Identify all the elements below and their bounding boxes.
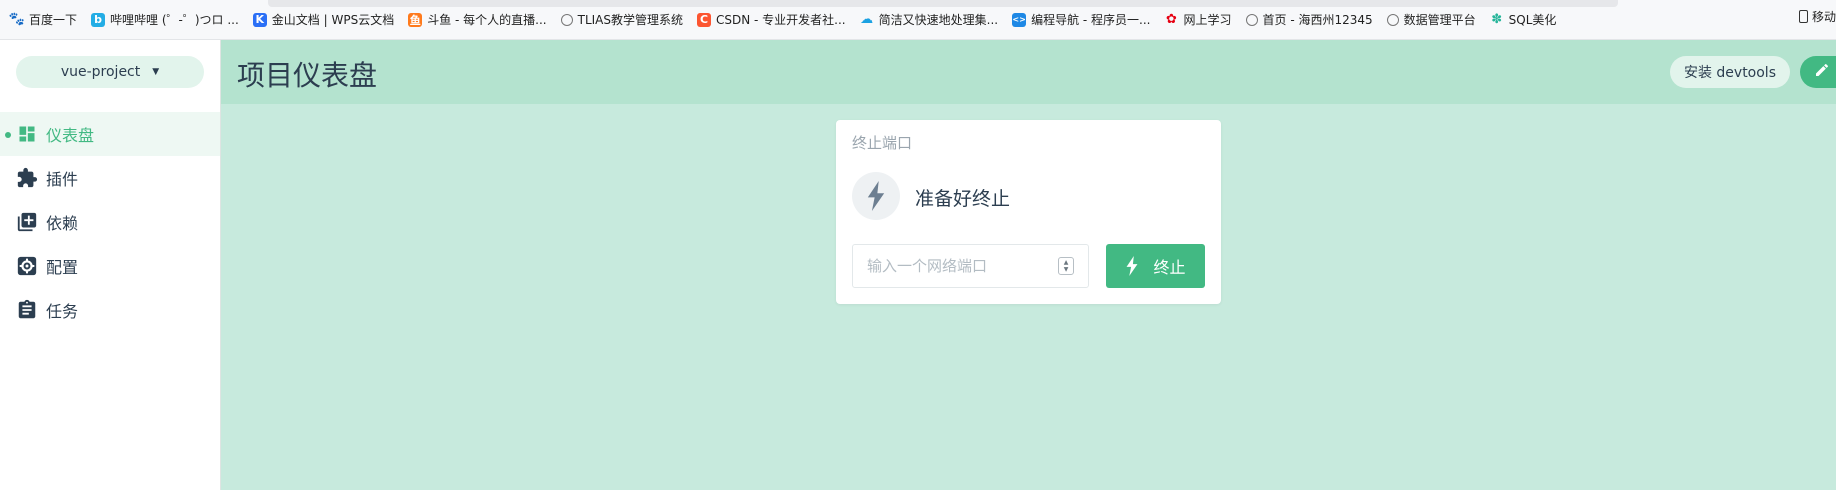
globe-icon bbox=[1386, 13, 1399, 26]
lightning-icon bbox=[852, 172, 900, 220]
huawei-icon: ✿ bbox=[1166, 12, 1177, 27]
project-selector[interactable]: vue-project ▼ bbox=[16, 56, 204, 88]
sidebar-item-dashboard[interactable]: 仪表盘 bbox=[0, 112, 220, 156]
csdn-icon: C bbox=[697, 12, 711, 27]
sidebar-nav: 仪表盘 插件 依赖 配置 任务 bbox=[0, 112, 220, 332]
sidebar-item-tasks[interactable]: 任务 bbox=[0, 288, 220, 332]
kill-port-widget: 终止端口 准备好终止 ▲ ▼ 终止 bbox=[836, 120, 1221, 304]
paw-icon: 🐾 bbox=[8, 12, 26, 27]
lightning-icon bbox=[1127, 256, 1138, 276]
edit-button[interactable] bbox=[1800, 56, 1836, 88]
bookmark-item[interactable]: 鱼 斗鱼 - 每个人的直播... bbox=[408, 8, 547, 32]
douyu-icon: 鱼 bbox=[408, 12, 423, 27]
stepper-down-icon: ▼ bbox=[1063, 266, 1069, 273]
bookmark-item[interactable]: <> 编程导航 - 程序员一... bbox=[1012, 8, 1150, 32]
bilibili-icon: b bbox=[91, 12, 106, 27]
page-header: 项目仪表盘 安装 devtools bbox=[221, 40, 1836, 104]
gear-flower-icon: ✽ bbox=[1491, 12, 1503, 27]
bookmark-item[interactable]: C CSDN - 专业开发者社... bbox=[697, 8, 846, 32]
sidebar-item-plugins[interactable]: 插件 bbox=[0, 156, 220, 200]
caret-down-icon: ▼ bbox=[152, 67, 160, 77]
pencil-icon bbox=[1814, 62, 1830, 82]
bookmark-item[interactable]: ✽ SQL美化 bbox=[1490, 8, 1556, 32]
port-input-wrapper: ▲ ▼ bbox=[852, 244, 1089, 288]
bookmark-item[interactable]: ☁ 简洁又快速地处理集... bbox=[860, 8, 998, 32]
sidebar-item-dependencies[interactable]: 依赖 bbox=[0, 200, 220, 244]
library-icon bbox=[16, 211, 38, 233]
bookmark-item[interactable]: b 哔哩哔哩 (゜-゜)つロ ... bbox=[91, 8, 239, 32]
cloud-icon: ☁ bbox=[860, 12, 874, 27]
port-input[interactable] bbox=[853, 246, 1043, 286]
bookmark-item[interactable]: 首页 - 海西州12345 bbox=[1245, 8, 1373, 32]
bookmark-item[interactable]: ✿ 网上学习 bbox=[1164, 8, 1231, 32]
kill-button[interactable]: 终止 bbox=[1106, 244, 1205, 288]
puzzle-icon bbox=[16, 167, 38, 189]
sidebar: vue-project ▼ 仪表盘 插件 依赖 配置 任务 bbox=[0, 40, 221, 490]
settings-box-icon bbox=[16, 255, 38, 277]
widget-title: 终止端口 bbox=[852, 134, 913, 152]
bookmark-item[interactable]: 数据管理平台 bbox=[1386, 8, 1476, 32]
globe-icon bbox=[1245, 13, 1258, 26]
bookmark-item[interactable]: 🐾 百度一下 bbox=[8, 8, 77, 32]
kill-status-text: 准备好终止 bbox=[915, 188, 1011, 210]
code-icon: <> bbox=[1012, 12, 1027, 27]
tab-strip-scrollbar[interactable] bbox=[268, 0, 1618, 7]
bookmark-item[interactable]: K 金山文档 | WPS云文档 bbox=[252, 8, 394, 32]
stepper-up-icon: ▲ bbox=[1063, 259, 1069, 266]
active-indicator bbox=[5, 132, 11, 138]
clipboard-icon bbox=[16, 299, 38, 321]
kdocs-icon: K bbox=[252, 12, 267, 27]
dashboard-icon bbox=[16, 123, 38, 145]
bookmark-item[interactable]: TLIAS教学管理系统 bbox=[560, 8, 683, 32]
install-devtools-button[interactable]: 安装 devtools bbox=[1669, 56, 1790, 88]
port-stepper[interactable]: ▲ ▼ bbox=[1058, 257, 1074, 275]
bookmarks-bar: 🐾 百度一下 b 哔哩哔哩 (゜-゜)つロ ... K 金山文档 | WPS云文… bbox=[0, 0, 1836, 40]
globe-icon bbox=[560, 13, 573, 26]
mobile-bookmarks[interactable]: 移动 bbox=[1798, 8, 1836, 25]
sidebar-item-configuration[interactable]: 配置 bbox=[0, 244, 220, 288]
page-title: 项目仪表盘 bbox=[237, 59, 378, 92]
phone-icon bbox=[1798, 10, 1808, 23]
